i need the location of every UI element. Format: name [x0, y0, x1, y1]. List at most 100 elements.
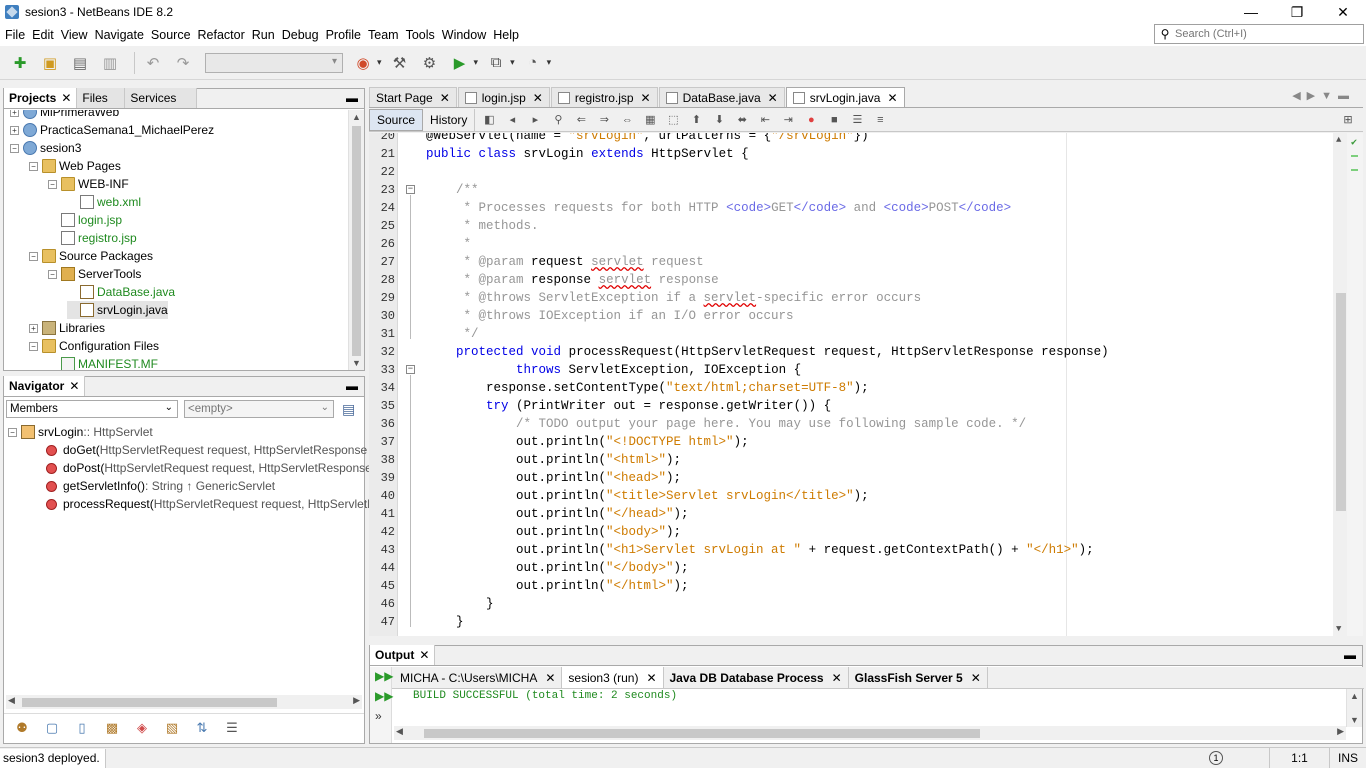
line-number[interactable]: 43	[369, 541, 395, 559]
redo-icon[interactable]: ↷	[171, 51, 195, 75]
line-number[interactable]: 34	[369, 379, 395, 397]
minimize-button[interactable]: —	[1228, 0, 1274, 24]
chevron-down-icon[interactable]: ▾	[547, 57, 552, 68]
menu-view[interactable]: View	[58, 28, 91, 42]
save-all-icon[interactable]: ▥	[98, 51, 122, 75]
profile-project-icon[interactable]: ◔	[521, 51, 545, 75]
minimize-panel-icon[interactable]: ▬	[346, 91, 358, 105]
show-fields-icon[interactable]: ▢	[42, 718, 62, 738]
menu-team[interactable]: Team	[365, 28, 402, 42]
source-view-button[interactable]: Source	[369, 108, 424, 131]
sort-by-name-icon[interactable]: ⇅	[192, 718, 212, 738]
menu-edit[interactable]: Edit	[29, 28, 57, 42]
line-number[interactable]: 40	[369, 487, 395, 505]
close-icon[interactable]: ✕	[440, 91, 450, 105]
line-number[interactable]: 23	[369, 181, 395, 199]
output-hscrollbar[interactable]: ◀ ▶	[394, 726, 1346, 740]
rerun-different-icon[interactable]: ▶▶	[375, 689, 393, 703]
ide-search-input[interactable]	[1175, 28, 1355, 40]
project-tree-item[interactable]: − Configuration Files	[29, 337, 159, 355]
project-tree-item[interactable]: − Source Packages	[29, 247, 153, 265]
close-icon[interactable]: ✕	[533, 91, 543, 105]
scroll-left-icon[interactable]: ◀	[8, 695, 15, 706]
member-item[interactable]: getServletInfo() : String ↑ GenericServl…	[46, 477, 275, 495]
menu-refactor[interactable]: Refactor	[195, 28, 248, 42]
line-number[interactable]: 44	[369, 559, 395, 577]
close-icon[interactable]: ✕	[887, 91, 897, 105]
tab-services[interactable]: Services	[125, 88, 198, 108]
collapse-icon[interactable]: −	[29, 161, 38, 171]
tab-srvlogin-java[interactable]: srvLogin.java ✕	[785, 87, 905, 107]
line-number[interactable]: 32	[369, 343, 395, 361]
output-tab-glassfish[interactable]: GlassFish Server 5 ✕	[849, 667, 988, 688]
line-number[interactable]: 20	[369, 133, 395, 145]
toggle-bookmark-icon[interactable]: ⬌	[733, 111, 751, 129]
comment-icon[interactable]: ☰	[848, 111, 866, 129]
line-number[interactable]: 35	[369, 397, 395, 415]
line-number[interactable]: 47	[369, 613, 395, 631]
forward-icon[interactable]: ▸	[526, 111, 544, 129]
browser-chrome-icon[interactable]: ◉	[351, 51, 375, 75]
stripe-mark[interactable]	[1351, 155, 1358, 157]
clean-build-icon[interactable]: ⚙	[418, 51, 442, 75]
collapse-icon[interactable]: −	[29, 341, 38, 351]
tab-files[interactable]: Files	[77, 88, 126, 108]
project-tree-item[interactable]: MANIFEST.MF	[48, 355, 158, 370]
maximize-button[interactable]: ❐	[1274, 0, 1320, 24]
project-tree-item[interactable]: web.xml	[67, 193, 141, 211]
close-icon[interactable]: ✕	[768, 91, 778, 105]
tab-projects[interactable]: Projects ✕	[4, 88, 78, 108]
show-non-public-icon[interactable]: ▩	[102, 718, 122, 738]
uncomment-icon[interactable]: ≡	[871, 111, 889, 129]
scroll-up-icon[interactable]: ▲	[1350, 691, 1359, 701]
collapse-icon[interactable]: −	[10, 143, 19, 153]
undo-icon[interactable]: ↶	[141, 51, 165, 75]
collapse-icon[interactable]: −	[48, 179, 57, 189]
project-tree-item[interactable]: − ServerTools	[48, 265, 141, 283]
project-tree-item[interactable]: + MiPrimeraWeb	[10, 110, 119, 121]
shift-right-icon[interactable]: ⇥	[779, 111, 797, 129]
member-select[interactable]: <empty> ⌄	[184, 400, 334, 418]
line-number[interactable]: 30	[369, 307, 395, 325]
project-tree-item[interactable]: registro.jsp	[48, 229, 137, 247]
output-scrollbar[interactable]: ▲ ▼	[1346, 689, 1362, 727]
show-inner-classes-icon[interactable]: ◈	[132, 718, 152, 738]
line-number[interactable]: 41	[369, 505, 395, 523]
scrollbar-thumb[interactable]	[22, 698, 277, 707]
project-tree-item[interactable]: srvLogin.java	[67, 301, 168, 319]
fqn-icon[interactable]: ▧	[162, 718, 182, 738]
menu-profile[interactable]: Profile	[323, 28, 364, 42]
member-item[interactable]: processRequest(HttpServletRequest reques…	[46, 495, 395, 513]
line-number[interactable]: 29	[369, 289, 395, 307]
expand-icon[interactable]: +	[10, 125, 19, 135]
debug-project-icon[interactable]: ⧉	[484, 51, 508, 75]
menu-file[interactable]: File	[2, 28, 28, 42]
line-number[interactable]: 25	[369, 217, 395, 235]
output-tab-java-db[interactable]: Java DB Database Process ✕	[664, 667, 849, 688]
tab-navigator[interactable]: Navigator ✕	[4, 376, 86, 396]
fold-toggle-icon[interactable]: −	[406, 185, 415, 194]
line-number[interactable]: 27	[369, 253, 395, 271]
scroll-right-icon[interactable]: ▶	[353, 695, 360, 706]
menu-window[interactable]: Window	[439, 28, 489, 42]
close-icon[interactable]: ✕	[419, 648, 429, 662]
line-number[interactable]: 37	[369, 433, 395, 451]
line-number[interactable]: 33	[369, 361, 395, 379]
project-tree-item[interactable]: login.jsp	[48, 211, 122, 229]
find-selection-icon[interactable]: ⇔	[618, 111, 636, 129]
open-project-icon[interactable]: ▤	[68, 51, 92, 75]
tab-database-java[interactable]: DataBase.java ✕	[658, 87, 785, 107]
shift-left-icon[interactable]: ⇤	[756, 111, 774, 129]
member-item[interactable]: doPost(HttpServletRequest request, HttpS…	[46, 459, 392, 477]
rerun-icon[interactable]: ▶▶	[375, 669, 393, 683]
project-tree-item[interactable]: − Web Pages	[29, 157, 121, 175]
tab-navigation-controls[interactable]: ◀▶▼▬	[1292, 89, 1355, 102]
scrollbar-thumb[interactable]	[424, 729, 980, 738]
history-view-button[interactable]: History	[423, 108, 476, 131]
collapse-icon[interactable]: −	[29, 251, 38, 261]
menu-navigate[interactable]: Navigate	[92, 28, 147, 42]
sort-by-source-icon[interactable]: ☰	[222, 718, 242, 738]
navigator-hscrollbar[interactable]: ◀ ▶	[6, 695, 362, 709]
line-number[interactable]: 39	[369, 469, 395, 487]
close-icon[interactable]: ✕	[646, 671, 656, 685]
